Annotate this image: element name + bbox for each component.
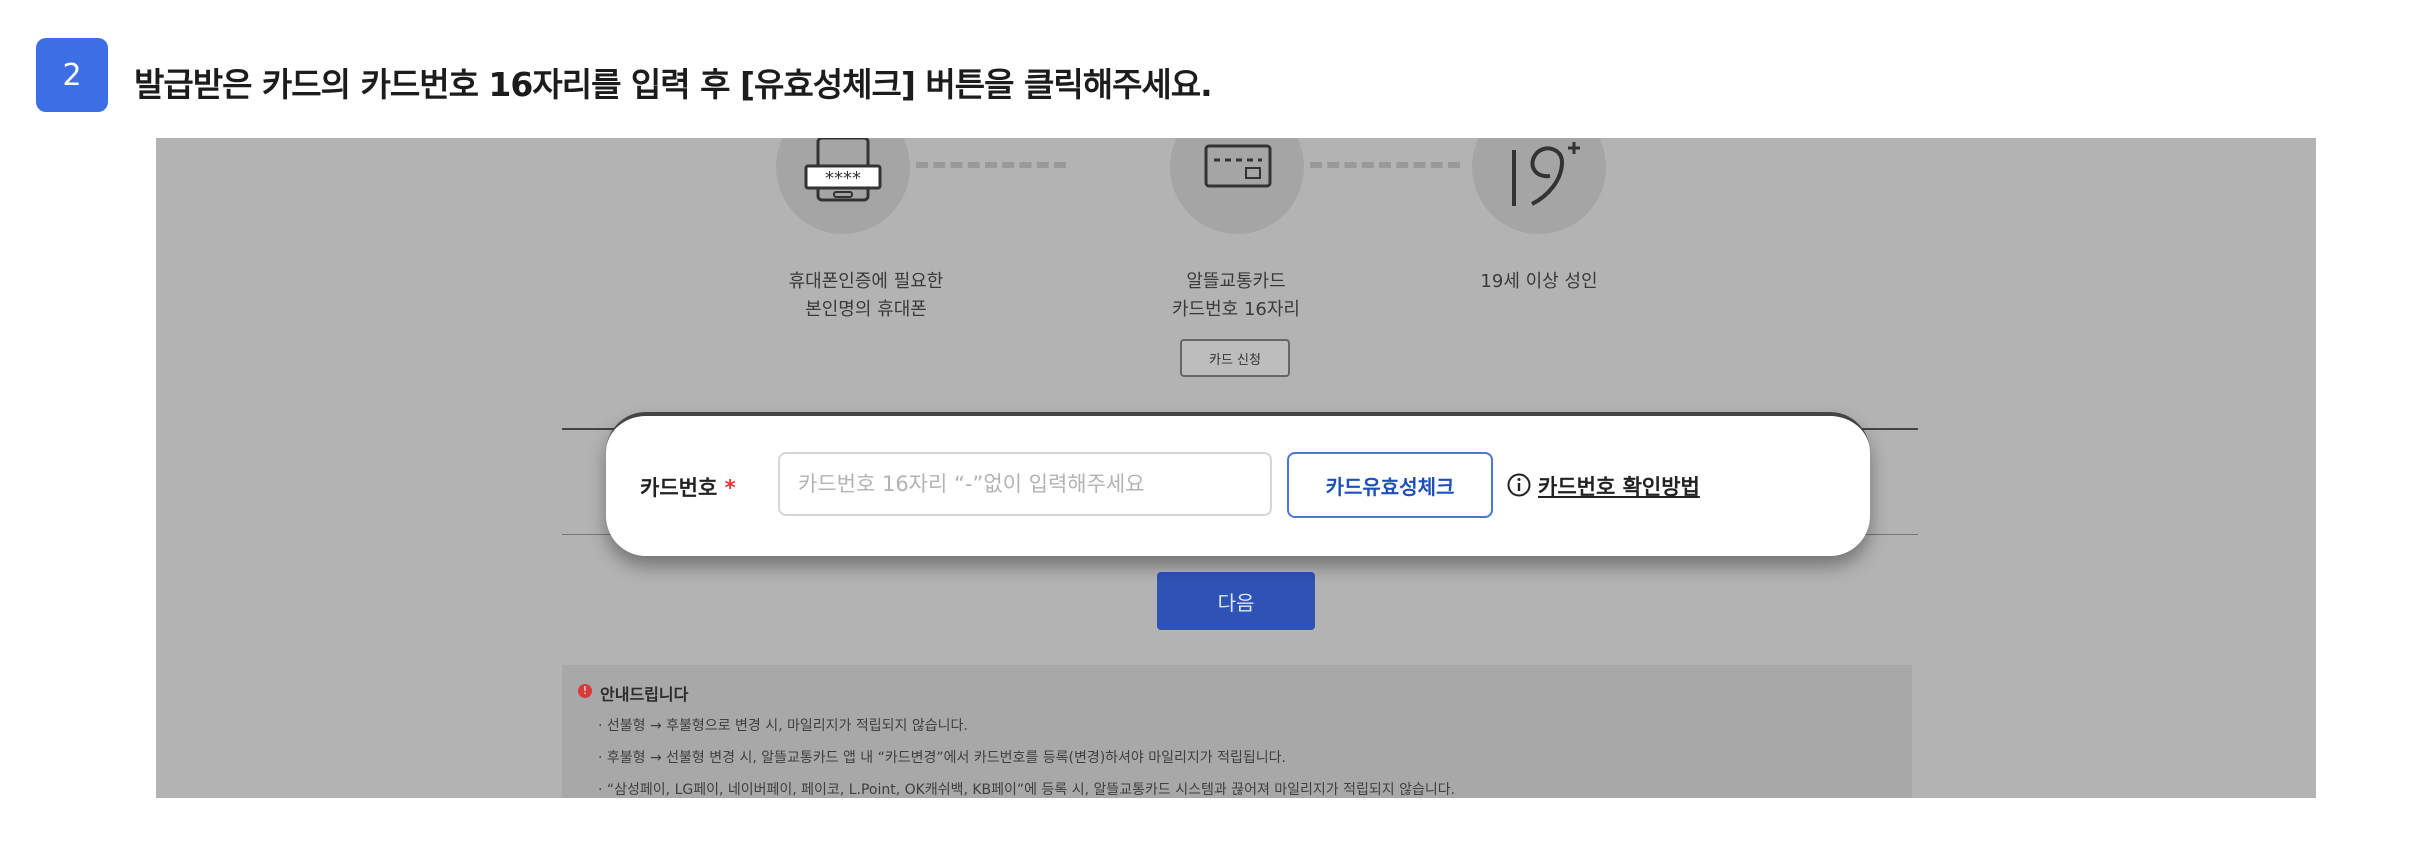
card-requirement <box>1170 138 1304 234</box>
step-connector <box>916 162 1066 168</box>
required-mark: * <box>724 476 736 500</box>
age-19-icon <box>1512 142 1580 206</box>
next-button[interactable]: 다음 <box>1157 572 1315 630</box>
svg-text:****: **** <box>825 168 861 189</box>
phone-requirement: **** <box>776 138 910 234</box>
notice-box: ! 안내드립니다 · 선불형 → 후불형으로 변경 시, 마일리지가 적립되지 … <box>562 665 1912 798</box>
requirement-line: 알뜰교통카드 <box>1186 271 1286 292</box>
age-requirement <box>1472 138 1606 234</box>
card-number-form: 카드번호 * 카드유효성체크 카드번호 확인방법 <box>606 412 1870 556</box>
requirement-age-text: 19세 이상 성인 <box>1429 268 1649 296</box>
notice-title: 안내드립니다 <box>600 685 689 704</box>
card-number-help-link[interactable]: 카드번호 확인방법 <box>1538 471 1700 501</box>
notice-line: · 후불형 → 선불형 변경 시, 알뜰교통카드 앱 내 “카드변경”에서 카드… <box>598 750 1286 766</box>
requirement-line: 카드번호 16자리 <box>1172 299 1300 320</box>
step-instruction: 발급받은 카드의 카드번호 16자리를 입력 후 [유효성체크] 버튼을 클릭해… <box>134 65 1213 104</box>
requirement-line: 19세 이상 성인 <box>1480 271 1598 292</box>
card-number-input[interactable] <box>778 452 1272 516</box>
requirement-phone-text: 휴대폰인증에 필요한 본인명의 휴대폰 <box>756 268 976 324</box>
notice-line: · 선불형 → 후불형으로 변경 시, 마일리지가 적립되지 않습니다. <box>598 718 968 734</box>
card-icon <box>1204 144 1272 188</box>
card-apply-button[interactable]: 카드 신청 <box>1180 339 1290 377</box>
alert-icon: ! <box>578 684 592 698</box>
step-connector <box>1310 162 1460 168</box>
info-icon <box>1507 473 1531 497</box>
card-number-label-text: 카드번호 <box>640 476 718 500</box>
card-number-label: 카드번호 * <box>640 472 736 502</box>
card-validity-check-button[interactable]: 카드유효성체크 <box>1287 452 1493 518</box>
requirement-card-text: 알뜰교통카드 카드번호 16자리 <box>1126 268 1346 324</box>
phone-icon: **** <box>804 138 882 202</box>
step-number-badge: 2 <box>36 38 108 112</box>
requirement-line: 휴대폰인증에 필요한 <box>788 271 944 292</box>
notice-line: · “삼성페이, LG페이, 네이버페이, 페이코, L.Point, OK캐쉬… <box>598 782 1456 798</box>
requirement-line: 본인명의 휴대폰 <box>805 299 927 320</box>
